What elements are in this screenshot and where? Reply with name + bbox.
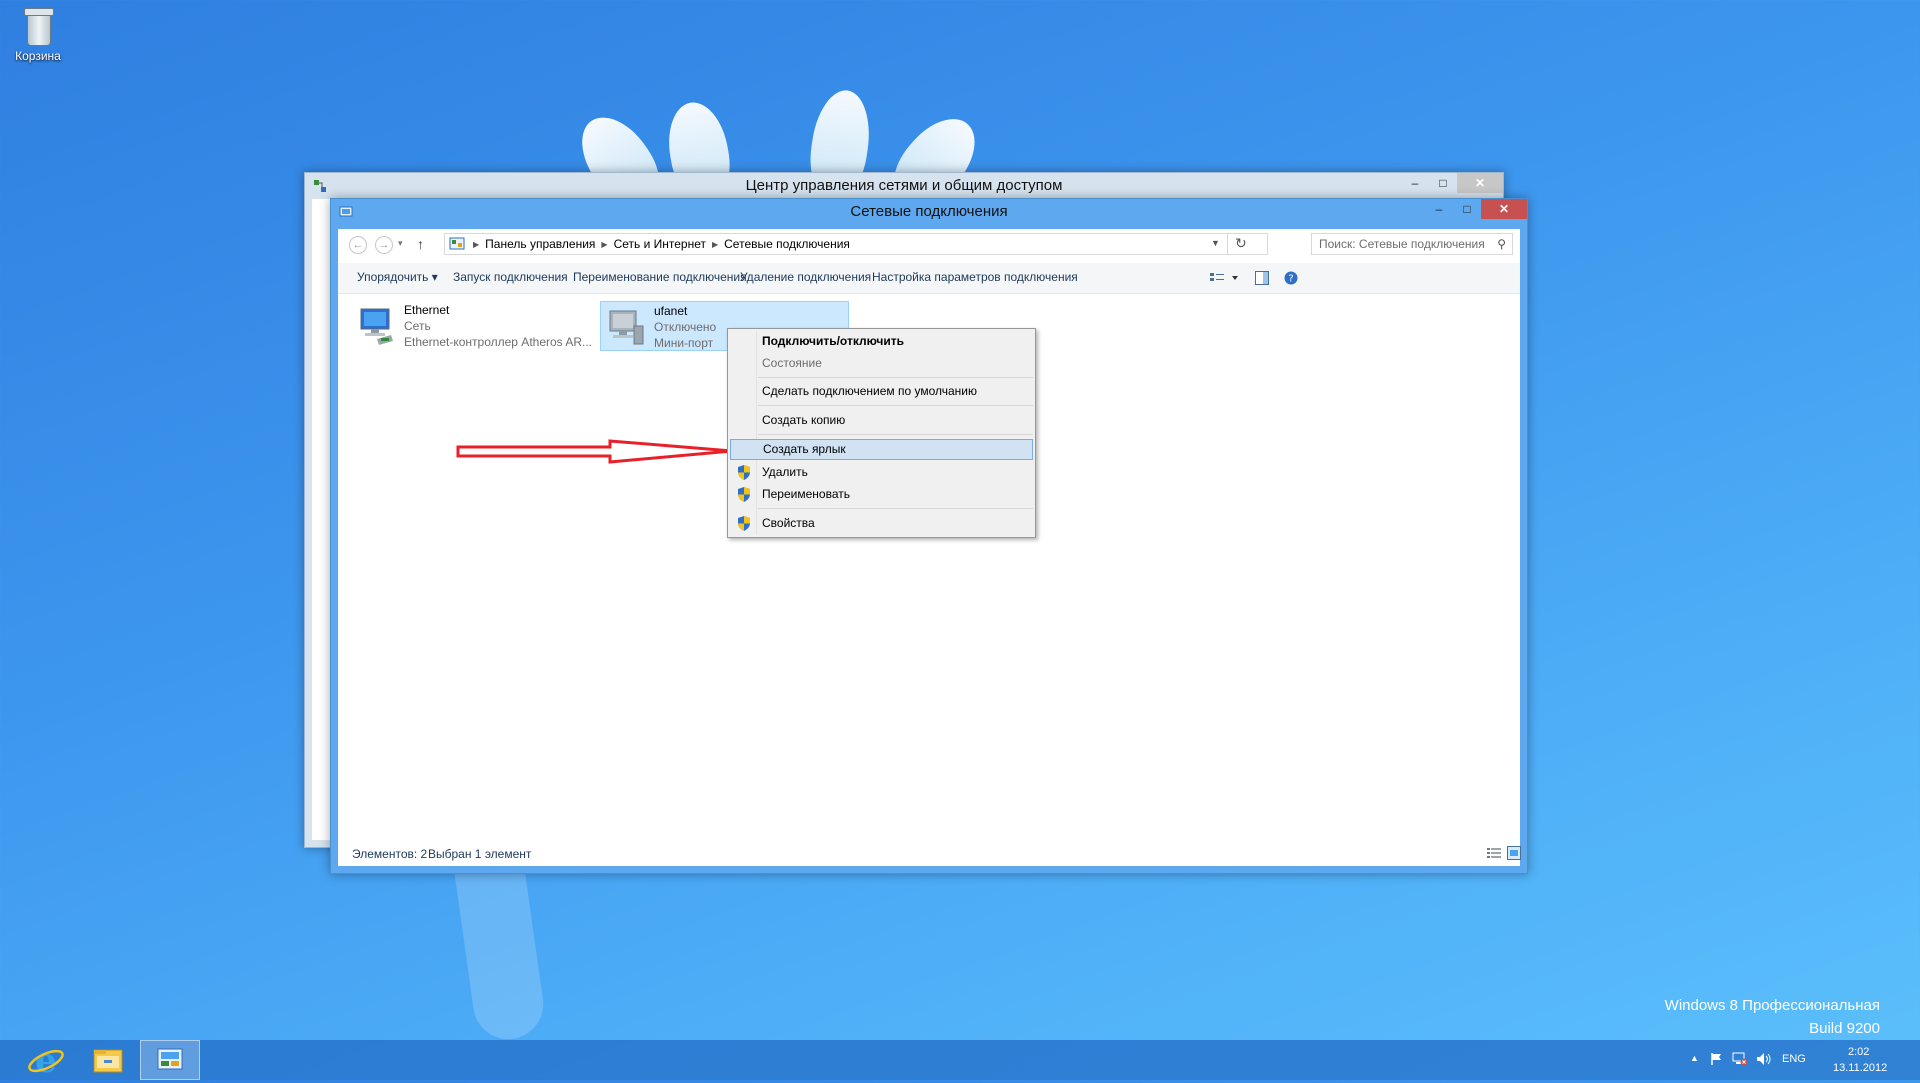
close-button[interactable]: ✕ xyxy=(1481,199,1527,219)
menu-item-connect-disconnect[interactable]: Подключить/отключить xyxy=(730,331,1033,352)
recent-locations-chevron-icon[interactable]: ▾ xyxy=(398,238,403,249)
window-client-area: ← → ▾ ↑ ▶ Панель управления ▶ Сеть и Инт… xyxy=(338,229,1521,866)
address-divider xyxy=(1227,233,1228,255)
uac-shield-icon xyxy=(738,487,750,502)
command-bar: Упорядочить ▾ Запуск подключения Переиме… xyxy=(338,263,1520,294)
network-connections-icon xyxy=(339,206,353,217)
svg-text:?: ? xyxy=(1288,274,1293,285)
recycle-bin-shortcut[interactable]: Корзина xyxy=(8,6,68,63)
search-icon[interactable]: ⚲ xyxy=(1497,234,1506,254)
context-menu[interactable]: Подключить/отключить Состояние Сделать п… xyxy=(727,328,1036,538)
taskbar: e ▲ ENG 2:02 13.11.2012 xyxy=(0,1040,1920,1081)
uac-shield-icon xyxy=(738,516,750,531)
connection-adapter: Ethernet-контроллер Atheros AR... xyxy=(404,335,593,349)
status-bar: Элементов: 2 Выбран 1 элемент xyxy=(338,842,1521,866)
watermark-build: Build 9200 xyxy=(1809,1020,1880,1037)
breadcrumb-separator-icon: ▶ xyxy=(711,239,719,249)
menu-item-status[interactable]: Состояние xyxy=(730,353,1033,374)
connection-network: Сеть xyxy=(404,319,431,333)
internet-explorer-button[interactable]: e xyxy=(16,1040,76,1081)
recycle-bin-label: Корзина xyxy=(15,49,61,63)
maximize-button[interactable]: □ xyxy=(1453,199,1481,219)
search-input[interactable]: Поиск: Сетевые подключения ⚲ xyxy=(1311,233,1513,255)
preview-pane-icon[interactable] xyxy=(1255,271,1269,285)
menu-item-create-copy[interactable]: Создать копию xyxy=(730,410,1033,431)
wan-miniport-icon xyxy=(609,310,644,345)
connection-name: Ethernet xyxy=(404,303,450,317)
organize-button[interactable]: Упорядочить ▾ xyxy=(357,270,438,284)
watermark-edition: Windows 8 Профессиональная xyxy=(1664,997,1880,1014)
help-icon[interactable]: ? xyxy=(1284,271,1298,285)
back-close-button[interactable]: ✕ xyxy=(1457,173,1503,193)
breadcrumb-network-internet[interactable]: Сеть и Интернет xyxy=(614,237,706,251)
volume-icon[interactable] xyxy=(1756,1052,1772,1066)
details-view-icon[interactable] xyxy=(1487,847,1501,859)
recycle-bin-icon xyxy=(22,6,54,46)
clock-date[interactable]: 13.11.2012 xyxy=(1833,1062,1887,1074)
menu-item-rename[interactable]: Переименовать xyxy=(730,484,1033,505)
back-arrow-icon[interactable]: ← xyxy=(349,236,367,254)
svg-text:e: e xyxy=(35,1041,57,1080)
menu-item-set-default[interactable]: Сделать подключением по умолчанию xyxy=(730,381,1033,402)
menu-separator xyxy=(758,377,1033,378)
menu-item-delete-label: Удалить xyxy=(762,465,808,479)
selected-count: Выбран 1 элемент xyxy=(428,847,532,861)
system-tray: ▲ ENG 2:02 13.11.2012 xyxy=(1690,1040,1920,1080)
menu-separator xyxy=(758,405,1033,406)
menu-item-rename-label: Переименовать xyxy=(762,487,850,501)
forward-arrow-icon[interactable]: → xyxy=(375,236,393,254)
connection-status: Отключено xyxy=(654,320,717,334)
refresh-icon[interactable]: ↻ xyxy=(1235,235,1247,252)
delete-connection-button[interactable]: Удаление подключения xyxy=(740,270,871,284)
window-title: Сетевые подключения xyxy=(850,203,1008,220)
connection-settings-button[interactable]: Настройка параметров подключения xyxy=(872,270,1078,284)
show-hidden-icons-icon[interactable]: ▲ xyxy=(1690,1053,1699,1063)
internet-explorer-icon: e xyxy=(28,1041,64,1081)
menu-item-properties[interactable]: Свойства xyxy=(730,513,1033,534)
minimize-button[interactable]: – xyxy=(1425,199,1453,219)
network-connections-taskbar-button[interactable] xyxy=(140,1040,200,1080)
address-dropdown-icon[interactable]: ▼ xyxy=(1211,238,1220,248)
uac-shield-icon xyxy=(738,465,750,480)
clock-time[interactable]: 2:02 xyxy=(1848,1046,1869,1058)
action-center-flag-icon[interactable] xyxy=(1710,1052,1724,1066)
red-annotation-arrow xyxy=(456,439,733,464)
network-status-icon[interactable] xyxy=(1732,1052,1748,1066)
start-connection-button[interactable]: Запуск подключения xyxy=(453,270,568,284)
network-connections-icon xyxy=(157,1048,183,1070)
large-icons-view-icon[interactable] xyxy=(1507,846,1521,860)
menu-separator xyxy=(758,434,1033,435)
file-explorer-icon xyxy=(93,1049,123,1073)
network-adapter-icon xyxy=(360,308,393,345)
control-panel-icon xyxy=(449,237,465,250)
connection-item-ethernet[interactable]: Ethernet Сеть Ethernet-контроллер Athero… xyxy=(351,301,593,351)
items-count: Элементов: 2 xyxy=(352,847,428,861)
menu-item-delete[interactable]: Удалить xyxy=(730,462,1033,483)
menu-item-create-shortcut[interactable]: Создать ярлык xyxy=(730,439,1033,460)
breadcrumb-separator-icon: ▶ xyxy=(473,239,480,249)
back-minimize-button[interactable]: – xyxy=(1401,173,1429,193)
breadcrumb-separator-icon: ▶ xyxy=(601,239,608,249)
up-arrow-icon[interactable]: ↑ xyxy=(417,236,424,252)
connection-adapter: Мини-порт xyxy=(654,336,714,350)
network-center-icon xyxy=(314,180,326,192)
menu-item-properties-label: Свойства xyxy=(762,516,815,530)
address-bar[interactable]: ▶ Панель управления ▶ Сеть и Интернет ▶ … xyxy=(444,233,1268,255)
back-maximize-button[interactable]: □ xyxy=(1429,173,1457,193)
address-row: ← → ▾ ↑ ▶ Панель управления ▶ Сеть и Инт… xyxy=(338,233,1520,257)
language-indicator[interactable]: ENG xyxy=(1782,1053,1806,1065)
search-placeholder: Поиск: Сетевые подключения xyxy=(1319,237,1485,251)
connection-name: ufanet xyxy=(654,304,688,318)
back-window-title: Центр управления сетями и общим доступом xyxy=(745,177,1063,194)
file-explorer-button[interactable] xyxy=(78,1040,138,1080)
breadcrumb-control-panel[interactable]: Панель управления xyxy=(485,237,595,251)
os-watermark: Windows 8 Профессиональная Build 9200 xyxy=(1665,994,1880,1040)
view-options-icon[interactable] xyxy=(1210,272,1240,284)
rename-connection-button[interactable]: Переименование подключения xyxy=(573,270,747,284)
menu-separator xyxy=(758,508,1033,509)
breadcrumb-network-connections[interactable]: Сетевые подключения xyxy=(724,237,850,251)
